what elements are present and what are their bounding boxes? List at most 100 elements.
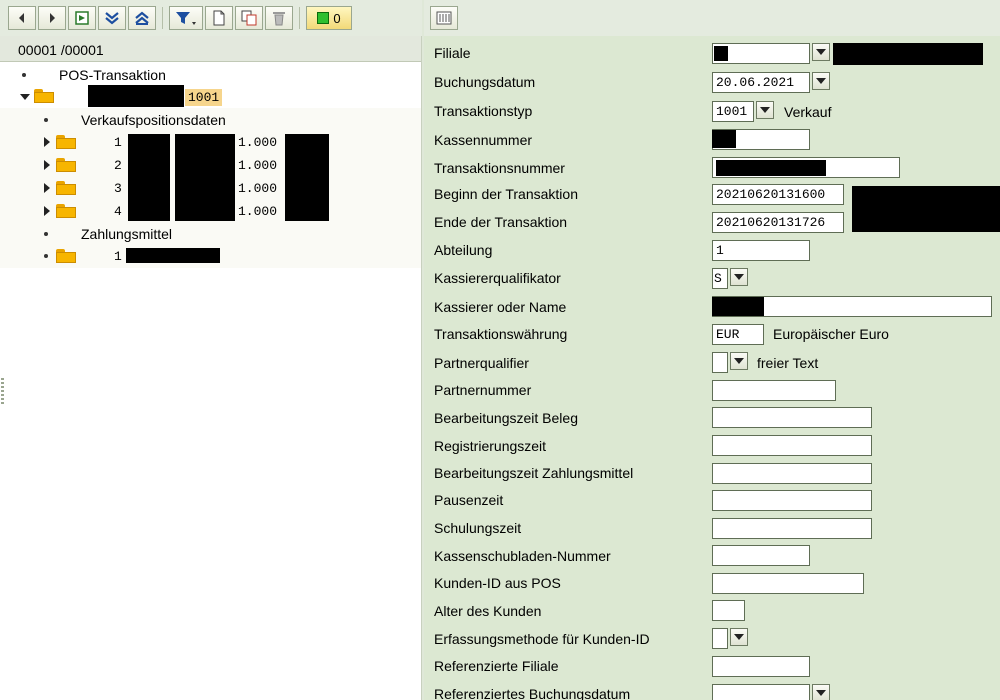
document-icon (213, 10, 225, 26)
label-ref-buchungsdatum: Referenziertes Buchungsdatum (434, 686, 631, 700)
bz-zahlungsmittel-input[interactable] (712, 463, 872, 484)
kunden-id-input[interactable] (712, 573, 864, 594)
tree-item-index: 1 (114, 134, 122, 150)
arrow-left-icon (19, 13, 24, 23)
bz-beleg-input[interactable] (712, 407, 872, 428)
collapse-all-button[interactable] (128, 6, 156, 30)
redacted-block (285, 134, 329, 221)
trash-icon (273, 12, 285, 26)
label-partnernummer: Partnernummer (434, 382, 532, 398)
redacted-block (128, 134, 170, 221)
label-kunden-id: Kunden-ID aus POS (434, 575, 561, 591)
filter-icon (176, 12, 196, 25)
waehrung-input[interactable]: EUR (712, 324, 764, 345)
expand-all-button[interactable] (98, 6, 126, 30)
copy-icon (241, 10, 257, 26)
toolbar-separator (299, 7, 300, 29)
counter-button[interactable]: 0 (306, 6, 352, 30)
ende-input[interactable]: 20210620131726 (712, 212, 844, 233)
tree-item-row[interactable] (44, 155, 50, 175)
expand-all-icon (105, 12, 119, 25)
new-document-button[interactable] (205, 6, 233, 30)
expand-arrow-icon[interactable] (44, 160, 50, 170)
tree-header: 00001 /00001 (0, 36, 421, 62)
label-transaktionstyp: Transaktionstyp (434, 103, 533, 119)
folder-icon (56, 135, 76, 149)
filiale-dropdown-button[interactable] (812, 43, 830, 61)
buchungsdatum-input[interactable]: 20.06.2021 (712, 72, 810, 93)
collapse-arrow-icon[interactable] (20, 94, 30, 100)
pausenzeit-input[interactable] (712, 490, 872, 511)
tree-node-label: Zahlungsmittel (81, 226, 173, 242)
label-filiale: Filiale (434, 45, 471, 61)
tree-node-root[interactable]: POS-Transaktion (22, 65, 166, 85)
columns-icon (436, 11, 452, 25)
delete-button[interactable] (265, 6, 293, 30)
label-ref-filiale: Referenzierte Filiale (434, 658, 559, 674)
erfassungsmethode-input[interactable] (712, 628, 728, 649)
tree-node-items[interactable]: Verkaufspositionsdaten (44, 110, 226, 130)
tree-transaction-number[interactable]: 1001 (185, 87, 223, 107)
ref-buchungsdatum-input[interactable] (712, 684, 810, 700)
tree-item-row[interactable] (44, 178, 50, 198)
tree-node-label: Verkaufspositionsdaten (81, 112, 226, 128)
tree-toolbar: 0 (0, 0, 422, 36)
tree-payment-index: 1 (114, 248, 122, 264)
tree-item-index: 2 (114, 157, 122, 173)
transaktionstyp-input[interactable]: 1001 (712, 101, 754, 122)
redacted-block (833, 43, 983, 65)
label-waehrung: Transaktionswährung (434, 326, 568, 342)
kassiererqualifikator-input[interactable]: S (712, 268, 728, 289)
tree-node-payment[interactable]: Zahlungsmittel (44, 224, 172, 244)
tree-item-row[interactable] (44, 201, 50, 221)
tree-item-quantity: 1.000 (238, 203, 278, 219)
splitter-handle[interactable] (1, 378, 4, 404)
tree-item-quantity: 1.000 (238, 180, 278, 196)
label-ende: Ende der Transaktion (434, 214, 568, 230)
previous-button[interactable] (8, 6, 36, 30)
label-schulungszeit: Schulungszeit (434, 520, 522, 536)
label-transaktionsnummer: Transaktionsnummer (434, 160, 565, 176)
transaktionstyp-dropdown-button[interactable] (756, 101, 774, 119)
collapse-all-icon (135, 11, 149, 25)
registrierungszeit-input[interactable] (712, 435, 872, 456)
tree-node-transaction[interactable] (20, 87, 30, 107)
partnerqualifier-dropdown-button[interactable] (730, 352, 748, 370)
erfassungsmethode-dropdown-button[interactable] (730, 628, 748, 646)
folder-icon (56, 249, 76, 263)
status-green-icon (317, 12, 330, 24)
schulungszeit-input[interactable] (712, 518, 872, 539)
partnernummer-input[interactable] (712, 380, 836, 401)
waehrung-description: Europäischer Euro (773, 326, 889, 342)
filter-button[interactable] (169, 6, 203, 30)
beginn-input[interactable]: 20210620131600 (712, 184, 844, 205)
expand-arrow-icon[interactable] (44, 137, 50, 147)
tree-item-row[interactable] (44, 132, 50, 152)
copy-button[interactable] (235, 6, 263, 30)
layout-button[interactable] (430, 6, 458, 30)
abteilung-input[interactable]: 1 (712, 240, 810, 261)
label-abteilung: Abteilung (434, 242, 493, 258)
expand-arrow-icon[interactable] (44, 206, 50, 216)
label-alter: Alter des Kunden (434, 603, 542, 619)
label-pausenzeit: Pausenzeit (434, 492, 504, 508)
label-kassierer: Kassierer oder Name (434, 299, 567, 315)
redacted-block (175, 134, 235, 221)
tree-item-index: 4 (114, 203, 122, 219)
redacted-block (126, 248, 220, 263)
partnerqualifier-input[interactable] (712, 352, 728, 373)
bullet-icon (44, 254, 48, 258)
buchungsdatum-dropdown-button[interactable] (812, 72, 830, 90)
alter-input[interactable] (712, 600, 745, 621)
ref-buchungsdatum-dropdown-button[interactable] (812, 684, 830, 700)
select-button[interactable] (68, 6, 96, 30)
expand-arrow-icon[interactable] (44, 183, 50, 193)
kassiererqualifikator-dropdown-button[interactable] (730, 268, 748, 286)
ref-filiale-input[interactable] (712, 656, 810, 677)
toolbar-separator (162, 7, 163, 29)
redacted-block (716, 160, 826, 176)
next-button[interactable] (38, 6, 66, 30)
arrow-right-icon (50, 13, 55, 23)
tree-payment-row[interactable] (44, 246, 48, 266)
schublade-input[interactable] (712, 545, 810, 566)
